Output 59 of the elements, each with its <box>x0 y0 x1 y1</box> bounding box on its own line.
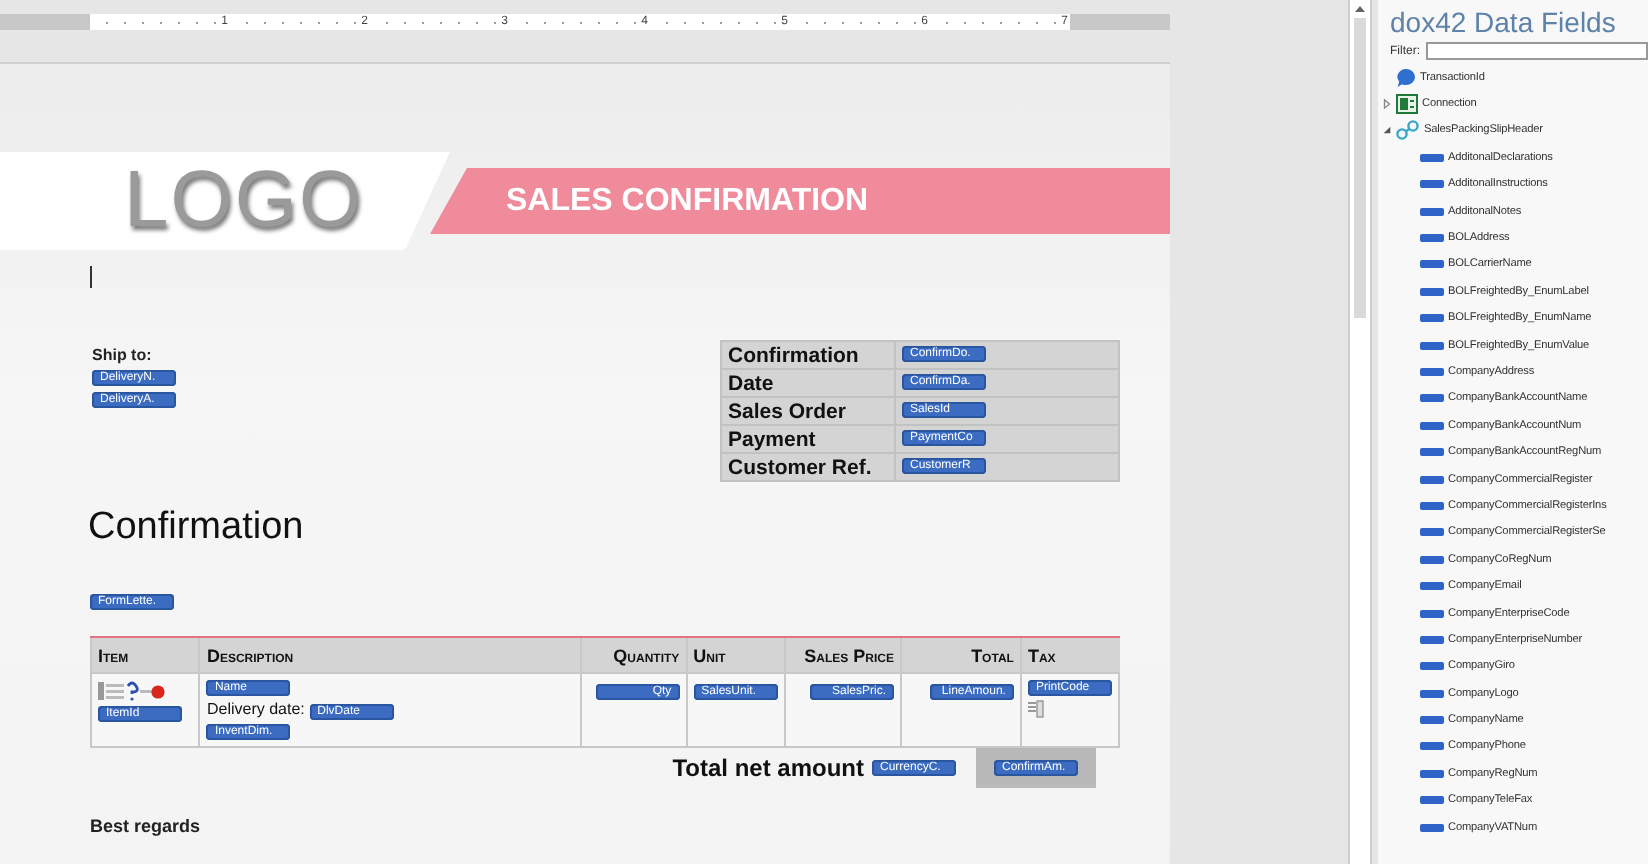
column-header: Unit <box>686 637 785 673</box>
column-header: Item <box>91 637 200 673</box>
field-bar-icon <box>1420 394 1444 403</box>
field-bar-icon <box>1420 287 1444 296</box>
total-label: Total net amount <box>672 754 864 782</box>
info-label: Date <box>721 369 895 397</box>
field-bar-icon <box>1420 234 1444 243</box>
field-bar-icon <box>1420 260 1444 269</box>
column-header: Sales Price <box>784 637 902 673</box>
expand-arrow-icon[interactable] <box>1382 98 1392 111</box>
info-label: Confirmation <box>721 341 895 369</box>
field-bar-icon <box>1420 501 1444 510</box>
field-bar-icon <box>1420 609 1444 617</box>
panel-title: dox42 Data Fields <box>1390 6 1618 38</box>
field-bar-icon <box>1420 689 1444 698</box>
field-bar-icon <box>1420 341 1444 350</box>
linked-nodes-icon <box>1396 120 1420 141</box>
document-title: SALES CONFIRMATION <box>506 183 869 219</box>
speech-bubble-icon <box>1396 67 1416 88</box>
field-bar-icon <box>1420 582 1444 591</box>
delivery-date-label: Delivery date: <box>206 700 305 718</box>
field-bar-icon <box>1420 635 1444 644</box>
item-image-icon <box>98 680 166 702</box>
field-bar-icon <box>1420 367 1444 376</box>
info-label: Payment <box>721 425 895 453</box>
field-bar-icon <box>1420 796 1444 805</box>
info-label: Customer Ref. <box>721 453 895 481</box>
column-header: Tax <box>1020 637 1119 673</box>
field-bar-icon <box>1420 555 1444 564</box>
field-bar-icon <box>1420 742 1444 751</box>
document-icon <box>1027 700 1044 718</box>
scroll-up-icon[interactable] <box>1354 4 1366 14</box>
spreadsheet-icon <box>1396 94 1418 115</box>
field-bar-icon <box>1420 314 1444 323</box>
scrollbar[interactable] <box>1348 0 1372 864</box>
field-bar-icon <box>1420 823 1444 832</box>
filter-field[interactable] <box>1426 42 1648 60</box>
field-bar-icon <box>1420 153 1444 162</box>
field-bar-icon <box>1420 207 1444 216</box>
column-header: Quantity <box>581 637 687 673</box>
field-bar-icon <box>1420 180 1444 189</box>
info-label: Sales Order <box>721 397 895 425</box>
section-heading: Confirmation <box>88 506 306 550</box>
field-bar-icon <box>1420 662 1444 671</box>
closing-text: Best regards <box>90 816 203 836</box>
column-header: Description <box>199 637 582 673</box>
field-bar-icon <box>1420 716 1444 725</box>
field-bar-icon <box>1420 448 1444 457</box>
field-bar-icon <box>1420 475 1444 484</box>
logo-text: LOGO <box>124 156 364 246</box>
field-bar-icon <box>1420 528 1444 537</box>
text-cursor <box>90 266 92 288</box>
collapse-arrow-icon[interactable] <box>1382 124 1392 137</box>
ship-to-label: Ship to: <box>92 346 152 364</box>
ruler-margin <box>1070 14 1170 30</box>
ruler-margin <box>0 14 90 30</box>
field-bar-icon <box>1420 769 1444 778</box>
column-header: Total <box>901 637 1021 673</box>
field-bar-icon <box>1420 421 1444 430</box>
